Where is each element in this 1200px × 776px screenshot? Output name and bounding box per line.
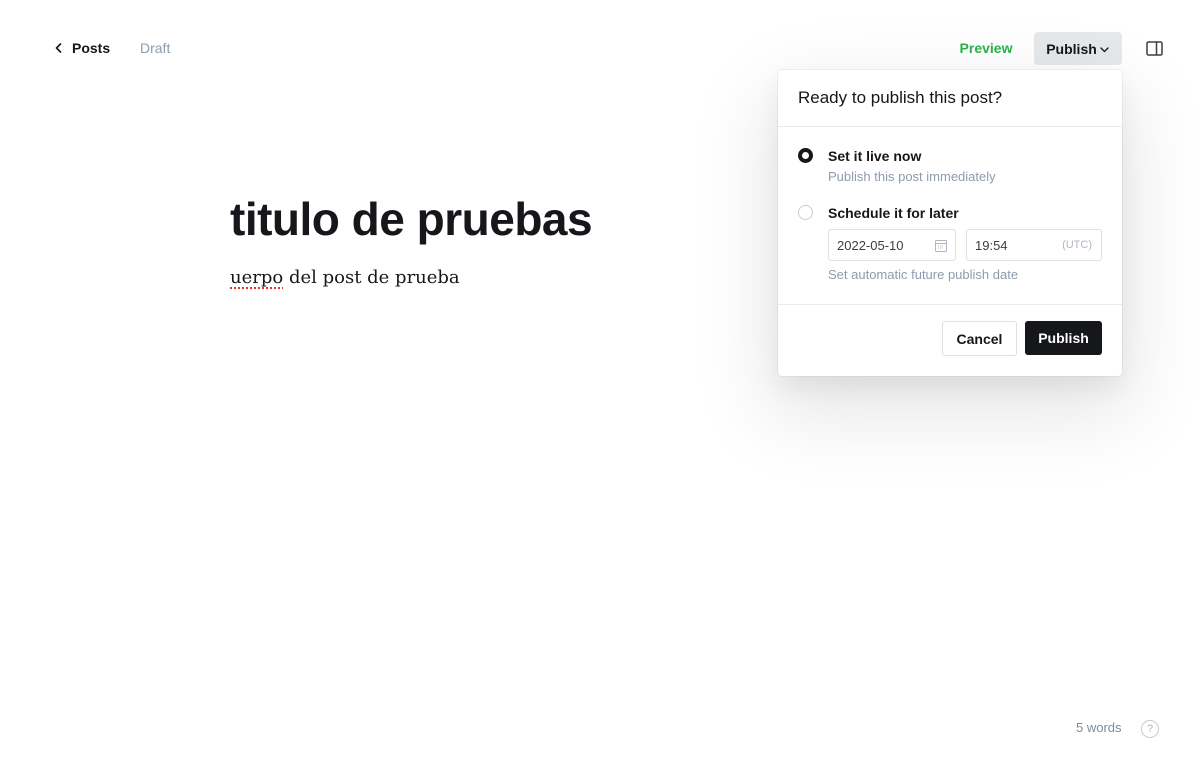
misspelled-word: uerpo: [230, 267, 284, 288]
schedule-hint: Set automatic future publish date: [828, 267, 1019, 282]
post-body[interactable]: uerpo del post de prueba: [230, 264, 460, 292]
schedule-time-input[interactable]: 19:54 (UTC): [966, 229, 1102, 261]
post-body-text: del post de prueba: [283, 267, 460, 288]
time-value: 19:54: [975, 237, 1008, 253]
timezone-label: (UTC): [1062, 239, 1092, 251]
option-publish-now[interactable]: Set it live now Publish this post immedi…: [798, 147, 996, 186]
confirm-publish-button[interactable]: Publish: [1025, 321, 1102, 355]
sidebar-toggle-icon[interactable]: [1144, 38, 1164, 58]
radio-publish-now[interactable]: [798, 148, 813, 163]
option-title: Schedule it for later: [828, 205, 959, 221]
publish-popover: Ready to publish this post? Set it live …: [778, 70, 1122, 376]
post-status: Draft: [140, 40, 171, 56]
radio-schedule-later[interactable]: [798, 205, 813, 220]
option-schedule-later[interactable]: Schedule it for later: [798, 204, 959, 222]
option-title: Set it live now: [828, 148, 922, 164]
publish-menu-label: Publish: [1046, 40, 1097, 57]
help-icon[interactable]: ?: [1141, 720, 1159, 738]
popover-footer: Cancel Publish: [778, 304, 1122, 376]
publish-menu-button[interactable]: Publish: [1034, 32, 1122, 65]
schedule-date-input[interactable]: 2022-05-10: [828, 229, 956, 261]
preview-button[interactable]: Preview: [948, 32, 1024, 64]
back-to-posts-link[interactable]: Posts: [54, 38, 110, 58]
chevron-down-icon: [1100, 45, 1110, 55]
word-count: 5 words: [1076, 720, 1122, 735]
post-title[interactable]: titulo de pruebas: [230, 190, 593, 248]
date-value: 2022-05-10: [837, 237, 904, 253]
chevron-left-icon: [54, 38, 64, 58]
cancel-button[interactable]: Cancel: [942, 321, 1017, 356]
publish-popover-heading: Ready to publish this post?: [778, 70, 1122, 127]
back-link-label: Posts: [72, 40, 111, 56]
calendar-icon[interactable]: [935, 239, 947, 252]
option-subtitle: Publish this post immediately: [828, 169, 996, 184]
